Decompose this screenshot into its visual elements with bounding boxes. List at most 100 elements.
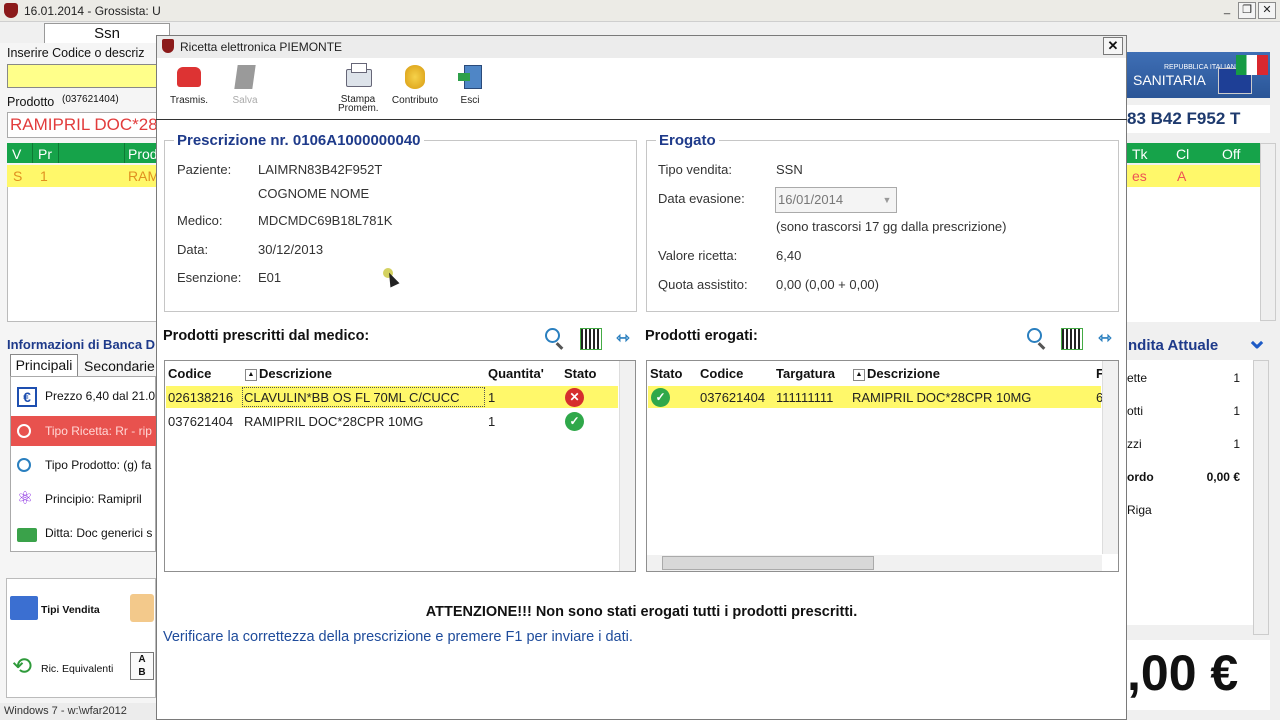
ric-equivalenti-button[interactable]: Ric. Equivalenti: [41, 663, 113, 675]
grid-col-off[interactable]: Off: [1222, 146, 1240, 162]
info-list: € Prezzo 6,40 dal 21.0 Tipo Ricetta: Rr …: [10, 376, 157, 552]
codice-fiscale-display: 83 B42 F952 T: [1127, 105, 1270, 133]
euro-icon: €: [17, 387, 37, 407]
error-status-icon: ✕: [565, 388, 584, 407]
atom-icon: ⚛: [17, 488, 34, 508]
tab-ssn[interactable]: Ssn: [44, 23, 170, 43]
printer-icon: [344, 63, 372, 91]
col-quantita[interactable]: Quantita': [488, 366, 544, 381]
grid-col-pr[interactable]: Pr: [38, 146, 52, 162]
expand-columns-icon[interactable]: ⇿: [612, 328, 634, 350]
chevron-down-icon[interactable]: ⌄: [1244, 326, 1270, 352]
right-grid-scrollbar[interactable]: [1260, 143, 1276, 321]
tab-secondarie[interactable]: Secondarie: [80, 356, 160, 376]
esci-button[interactable]: Esci: [450, 63, 490, 106]
prescritti-scrollbar[interactable]: [619, 361, 635, 571]
sort-icon: ▲: [245, 368, 257, 381]
info-tipo-ricetta[interactable]: Tipo Ricetta: Rr - rip: [11, 416, 157, 446]
save-icon: [231, 63, 259, 91]
summary-label: otti: [1127, 404, 1144, 418]
summary-value: 1: [1233, 371, 1240, 385]
stampa-promemoria-button[interactable]: Stampa Promem.: [332, 63, 384, 114]
esenzione-label: Esenzione:: [177, 270, 242, 285]
grid-col-prod[interactable]: Prod: [128, 146, 158, 162]
product-name-field: RAMIPRIL DOC*28: [7, 112, 157, 138]
grid-col-tk[interactable]: Tk: [1132, 146, 1148, 162]
prodotti-prescritti-title: Prodotti prescritti dal medico:: [163, 328, 370, 344]
col-codice[interactable]: Codice: [700, 366, 743, 381]
data-evasione-input[interactable]: 16/01/2014: [775, 187, 897, 213]
telephone-icon: [175, 63, 203, 91]
code-label: Inserire Codice o descriz: [7, 46, 145, 60]
summary-label: ette: [1127, 371, 1148, 385]
grid-divider: [32, 143, 33, 163]
col-descrizione[interactable]: ▲ Descrizione: [853, 366, 940, 381]
row-descrizione: RAMIPRIL DOC*28CPR 10MG: [852, 390, 1032, 405]
medico-value: MDCMDC69B18L781K: [258, 213, 393, 228]
row-codice: 037621404: [700, 390, 766, 405]
search-icon[interactable]: [1027, 328, 1049, 350]
expand-columns-icon[interactable]: ⇿: [1094, 328, 1116, 350]
esenzione-value: E01: [258, 270, 282, 285]
grid-col-v[interactable]: V: [12, 146, 21, 162]
contributo-button[interactable]: Contributo: [388, 63, 442, 106]
ab-icon: AB: [130, 652, 154, 680]
sale-grid-body: [7, 187, 157, 322]
summary-label: zzi: [1127, 437, 1142, 451]
trasmis-button[interactable]: Trasmis.: [164, 63, 214, 106]
right-grid-row[interactable]: [1127, 165, 1260, 187]
salva-button[interactable]: Salva: [222, 63, 268, 106]
tipo-vendita-label: Tipo vendita:: [658, 162, 732, 177]
search-icon: [17, 458, 31, 472]
refresh-icon: ⟲: [12, 653, 33, 680]
code-input[interactable]: [7, 64, 157, 88]
banner-sanitaria: SANITARIA: [1133, 72, 1206, 88]
row-tk: es: [1132, 168, 1147, 184]
info-ditta[interactable]: Ditta: Doc generici s: [11, 518, 157, 548]
row-descrizione: RAMIPRIL DOC*28CPR 10MG: [244, 414, 424, 429]
grid-divider: [58, 143, 59, 163]
grid-col-cl[interactable]: Cl: [1176, 146, 1189, 162]
col-descrizione[interactable]: ▲ Descrizione: [245, 366, 332, 381]
hscroll-thumb[interactable]: [662, 556, 874, 570]
italy-flag-icon: [1236, 55, 1268, 75]
status-bar: Windows 7 - w:\wfar2012: [0, 703, 156, 720]
warning-message: ATTENZIONE!!! Non sono stati erogati tut…: [425, 604, 858, 620]
restore-button[interactable]: ❐: [1238, 2, 1256, 19]
prescrizione-title: Prescrizione nr. 0106A1000000040: [174, 132, 424, 149]
coins-icon: [401, 63, 429, 91]
paziente-cf: LAIMRN83B42F952T: [258, 162, 383, 177]
right-grid-body: [1127, 187, 1260, 322]
chevron-down-icon[interactable]: ▼: [880, 190, 894, 210]
row-codice: 026138216: [168, 390, 234, 405]
row-prod: RAM: [128, 168, 160, 184]
erogati-vscrollbar[interactable]: [1102, 361, 1118, 554]
tipi-vendita-button[interactable]: Tipi Vendita: [41, 604, 100, 616]
quota-assistito-label: Quota assistito:: [658, 277, 748, 292]
medico-label: Medico:: [177, 213, 223, 228]
col-stato[interactable]: Stato: [650, 366, 683, 381]
minimize-button[interactable]: _: [1218, 2, 1236, 19]
dialog-close-button[interactable]: ✕: [1103, 37, 1123, 55]
sort-icon: ▲: [853, 368, 865, 381]
paziente-label: Paziente:: [177, 162, 232, 177]
info-tipo-prodotto[interactable]: Tipo Prodotto: (g) fa: [11, 450, 157, 480]
barcode-icon[interactable]: [580, 328, 602, 350]
row-quantita: 1: [488, 414, 496, 429]
summary-scrollbar[interactable]: [1253, 360, 1269, 635]
valore-ricetta-value: 6,40: [776, 248, 802, 263]
row-cl: A: [1177, 168, 1187, 184]
col-stato[interactable]: Stato: [564, 366, 597, 381]
prodotti-erogati-title: Prodotti erogati:: [645, 328, 758, 344]
info-principio[interactable]: ⚛ Principio: Ramipril: [11, 484, 157, 514]
search-icon[interactable]: [545, 328, 567, 350]
info-prezzo[interactable]: € Prezzo 6,40 dal 21.0: [11, 381, 157, 411]
app-icon: [4, 3, 18, 18]
col-codice[interactable]: Codice: [168, 366, 211, 381]
data-value: 30/12/2013: [258, 242, 324, 257]
row-targatura: 111111111: [776, 390, 834, 405]
col-targatura[interactable]: Targatura: [776, 366, 835, 381]
close-main-button[interactable]: ✕: [1258, 2, 1276, 19]
barcode-icon[interactable]: [1061, 328, 1083, 350]
tab-principali[interactable]: Principali: [10, 354, 78, 376]
